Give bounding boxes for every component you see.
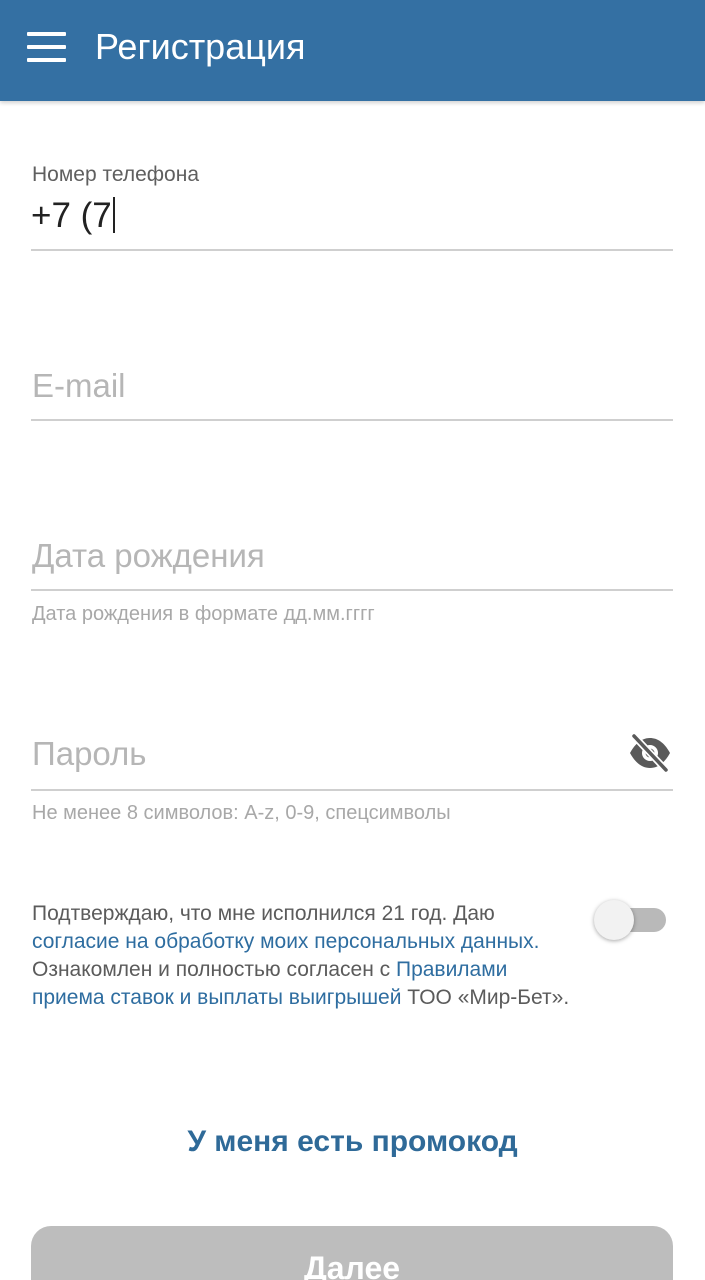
phone-value: +7 (7: [31, 196, 112, 235]
page-title: Регистрация: [95, 26, 306, 67]
birthdate-placeholder: Дата рождения: [32, 537, 265, 574]
phone-input[interactable]: +7 (7: [31, 194, 115, 238]
consent-text-part-3: ТОО «Мир-Бет».: [401, 986, 570, 1009]
menu-line: [27, 45, 66, 49]
text-caret: [112, 197, 115, 233]
next-button-label: Далее: [303, 1250, 401, 1280]
consent-toggle[interactable]: [594, 900, 670, 940]
birthdate-underline: [31, 589, 673, 591]
password-helper: Не менее 8 символов: A-z, 0-9, спецсимво…: [32, 802, 451, 824]
consent-text-part-1: Подтверждаю, что мне исполнился 21 год. …: [32, 902, 495, 925]
password-underline: [31, 789, 673, 791]
phone-underline: [31, 249, 673, 251]
phone-label: Номер телефона: [32, 163, 200, 186]
promo-code-link[interactable]: У меня есть промокод: [0, 1122, 705, 1162]
personal-data-consent-link[interactable]: согласие на обработку моих персональных …: [32, 930, 539, 953]
email-underline: [31, 419, 673, 421]
password-placeholder: Пароль: [32, 735, 147, 772]
hamburger-menu-icon[interactable]: [20, 22, 72, 74]
consent-text: Подтверждаю, что мне исполнился 21 год. …: [32, 900, 572, 1012]
phone-field[interactable]: Номер телефона +7 (7: [31, 162, 673, 254]
consent-text-part-2: Ознакомлен и полностью согласен с: [32, 958, 396, 981]
password-field[interactable]: Пароль Не менее 8 символов: A-z, 0-9, сп…: [31, 728, 673, 828]
app-bar: Регистрация: [0, 0, 705, 101]
email-placeholder: E-mail: [32, 367, 126, 404]
registration-screen: Регистрация Номер телефона +7 (7 E-mail …: [0, 0, 705, 1280]
birthdate-field[interactable]: Дата рождения Дата рождения в формате дд…: [31, 530, 673, 630]
toggle-thumb: [594, 900, 634, 940]
birthdate-helper: Дата рождения в формате дд.мм.гггг: [32, 603, 375, 625]
eye-off-icon[interactable]: [627, 732, 673, 774]
email-field[interactable]: E-mail: [31, 360, 673, 424]
menu-line: [27, 58, 66, 62]
next-button[interactable]: Далее: [31, 1226, 673, 1280]
menu-line: [27, 32, 66, 36]
